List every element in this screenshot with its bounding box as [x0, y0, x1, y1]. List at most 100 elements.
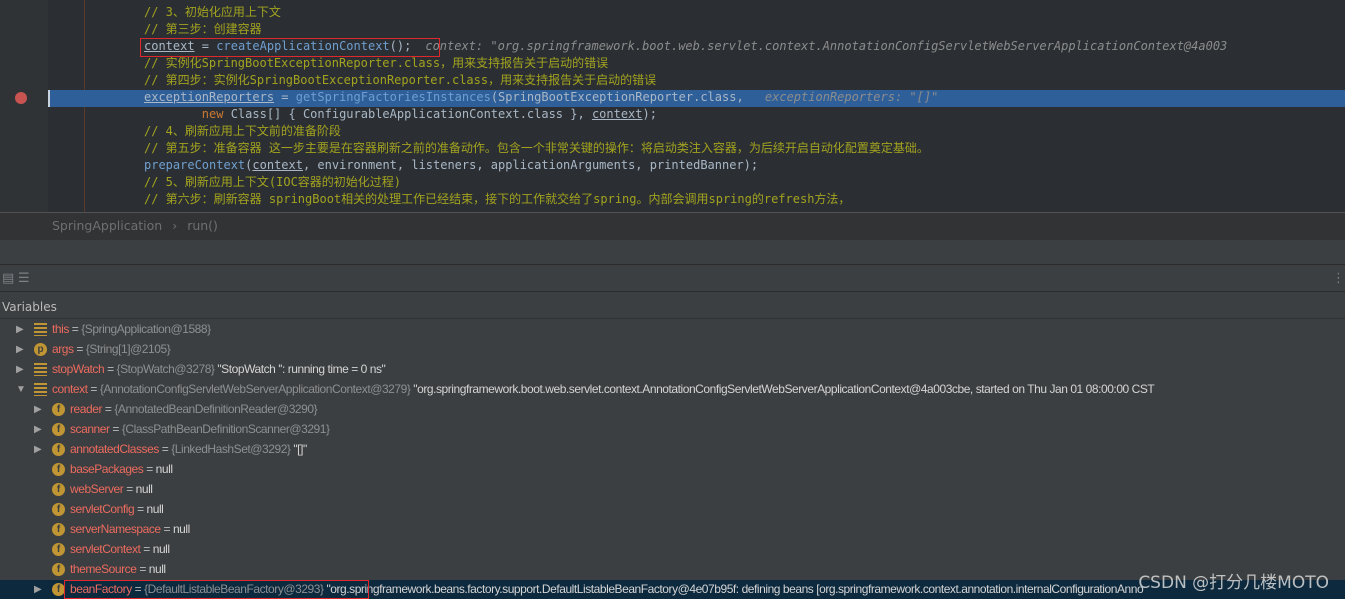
variable-type: {String[1]@2105} [85, 342, 171, 356]
debug-toolbar: ▤ ☰ ⋮ [0, 264, 1345, 292]
field-icon: f [52, 503, 65, 516]
code-line[interactable]: // 5、刷新应用上下文(IOC容器的初始化过程) [144, 174, 401, 191]
variable-row[interactable]: ▶ stopWatch = {StopWatch@3278} "StopWatch… [0, 360, 1345, 379]
variable-value: null [172, 522, 190, 536]
threads-icon[interactable]: ☰ [18, 271, 30, 286]
code-text: ); [642, 107, 657, 121]
code-line[interactable]: prepareContext(context, environment, lis… [144, 157, 758, 174]
settings-icon[interactable]: ⋮ [1332, 271, 1345, 286]
method-call: prepareContext [144, 158, 246, 172]
keyword: new [144, 107, 231, 121]
variable-type: {StopWatch@3278} [116, 362, 215, 376]
variable-row[interactable]: ▶ this = {SpringApplication@1588} [0, 320, 1345, 339]
inline-debug-value: context: "org.springframework.boot.web.s… [425, 39, 1228, 53]
breadcrumb-separator: › [172, 218, 178, 233]
expand-arrow-icon[interactable]: ▶ [16, 360, 24, 379]
code-comment: // 第四步：实例化SpringBootExceptionReporter.cl… [144, 73, 657, 87]
code-comment: // 4、刷新应用上下文前的准备阶段 [144, 124, 341, 138]
expand-arrow-icon[interactable]: ▶ [34, 400, 42, 419]
code-comment: // 第六步：刷新容器 springBoot相关的处理工作已经结束，接下的工作就… [144, 192, 851, 206]
variable-name: scanner [70, 422, 110, 436]
field-icon: f [52, 463, 65, 476]
collapse-arrow-icon[interactable]: ▼ [16, 380, 26, 399]
variable-text: scanner = {ClassPathBeanDefinitionScanne… [70, 422, 330, 436]
variable-value: "org.springframework.boot.web.servlet.co… [413, 382, 1155, 396]
variable-text: annotatedClasses = {LinkedHashSet@3292} … [70, 442, 307, 456]
field-icon: f [52, 563, 65, 576]
variable-type: {LinkedHashSet@3292} [171, 442, 291, 456]
breadcrumb-class[interactable]: SpringApplication [52, 218, 162, 233]
method-call: getSpringFactoriesInstances [295, 90, 491, 104]
watermark: CSDN @打分几楼MOTO [1138, 573, 1329, 593]
code-line[interactable]: // 3、初始化应用上下文 [144, 4, 281, 21]
code-line[interactable]: // 第三步：创建容器 [144, 21, 262, 38]
variable-text: stopWatch = {StopWatch@3278} "StopWatch … [52, 362, 386, 376]
field-icon: f [52, 423, 65, 436]
breadcrumb-method[interactable]: run() [187, 218, 218, 233]
variable-name: context [52, 382, 88, 396]
variable-value: null [146, 502, 164, 516]
operator: = [274, 90, 296, 104]
variable-type: {AnnotatedBeanDefinitionReader@3290} [114, 402, 318, 416]
variable-name: this [52, 322, 69, 336]
variable-text: context = {AnnotationConfigServletWebSer… [52, 382, 1155, 396]
variable-row[interactable]: ▶ p args = {String[1]@2105} [0, 340, 1345, 359]
variable-row[interactable]: ▶ f annotatedClasses = {LinkedHashSet@3292… [0, 440, 1345, 459]
code-line[interactable]: new Class[] { ConfigurableApplicationCon… [144, 106, 657, 123]
expand-arrow-icon[interactable]: ▶ [34, 440, 42, 459]
variable-type: {SpringApplication@1588} [81, 322, 211, 336]
variable-row[interactable]: ▶ f scanner = {ClassPathBeanDefinitionScan… [0, 420, 1345, 439]
variable-ref: context [252, 158, 303, 172]
variable-row[interactable]: f webServer = null [0, 480, 1345, 499]
code-text: , environment, listeners, applicationArg… [302, 158, 759, 172]
variable-row[interactable]: f servletConfig = null [0, 500, 1345, 519]
variable-name: reader [70, 402, 102, 416]
variable-text: servletContext = null [70, 542, 170, 556]
variable-name: annotatedClasses [70, 442, 159, 456]
variables-title: Variables [2, 300, 57, 314]
variable-value: "StopWatch '': running time = 0 ns" [217, 362, 386, 376]
variable-row[interactable]: f servletContext = null [0, 540, 1345, 559]
code-line[interactable]: // 实例化SpringBootExceptionReporter.class，… [144, 55, 608, 72]
variable-text: webServer = null [70, 482, 153, 496]
field-icon: f [52, 523, 65, 536]
code-line[interactable]: // 第四步：实例化SpringBootExceptionReporter.cl… [144, 72, 656, 89]
field-icon: f [52, 543, 65, 556]
code-comment: // 3、初始化应用上下文 [144, 5, 281, 19]
variable-value: null [155, 462, 173, 476]
variable-value: "org.springframework.beans.factory.suppo… [326, 582, 1144, 596]
code-comment: // 第五步：准备容器 这一步主要是在容器刷新之前的准备动作。包含一个非常关键的… [144, 141, 929, 155]
variable-value: null [152, 542, 170, 556]
variable-row[interactable]: f basePackages = null [0, 460, 1345, 479]
variable-value: "[]" [293, 442, 307, 456]
code-editor[interactable]: // 3、初始化应用上下文// 第三步：创建容器 context = create… [0, 0, 1345, 212]
expand-arrow-icon[interactable]: ▶ [34, 580, 42, 599]
variable-text: this = {SpringApplication@1588} [52, 322, 211, 336]
code-line[interactable]: exceptionReporters = getSpringFactoriesI… [144, 89, 938, 106]
variable-row[interactable]: ▼ context = {AnnotationConfigServletWebSe… [0, 380, 1345, 399]
variable-type: {ClassPathBeanDefinitionScanner@3291} [121, 422, 330, 436]
frames-icon[interactable]: ▤ [2, 271, 14, 286]
code-comment: // 实例化SpringBootExceptionReporter.class，… [144, 56, 609, 70]
field-icon: f [52, 443, 65, 456]
expand-arrow-icon[interactable]: ▶ [16, 340, 24, 359]
code-line[interactable]: // 第六步：刷新容器 springBoot相关的处理工作已经结束，接下的工作就… [144, 191, 850, 208]
code-text: Class[] { ConfigurableApplicationContext… [230, 107, 592, 121]
code-line[interactable]: // 第五步：准备容器 这一步主要是在容器刷新之前的准备动作。包含一个非常关键的… [144, 140, 929, 157]
variable-ref: exceptionReporters [144, 90, 275, 104]
caret [48, 90, 50, 107]
code-line[interactable]: // 4、刷新应用上下文前的准备阶段 [144, 123, 341, 140]
parameter-icon: p [34, 343, 47, 356]
variable-row[interactable]: ▶ f reader = {AnnotatedBeanDefinitionReade… [0, 400, 1345, 419]
expand-arrow-icon[interactable]: ▶ [16, 320, 24, 339]
expand-arrow-icon[interactable]: ▶ [34, 420, 42, 439]
field-icon: f [52, 403, 65, 416]
variable-row[interactable]: f serverNamespace = null [0, 520, 1345, 539]
breakpoint-icon[interactable] [15, 92, 27, 104]
variable-name: stopWatch [52, 362, 105, 376]
editor-gutter[interactable] [0, 0, 48, 212]
list-icon [34, 383, 47, 396]
variable-name: serverNamespace [70, 522, 161, 536]
code-comment: // 第三步：创建容器 [144, 22, 262, 36]
variable-text: servletConfig = null [70, 502, 164, 516]
